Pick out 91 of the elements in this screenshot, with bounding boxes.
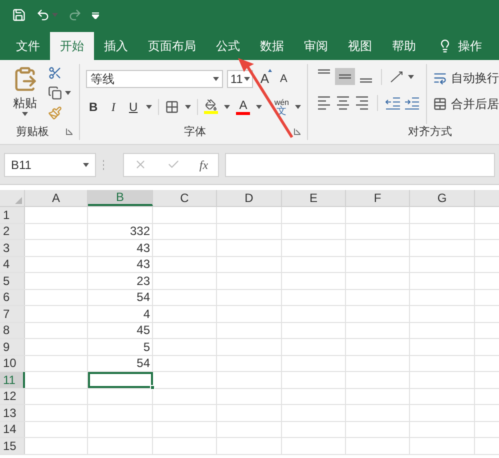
increase-indent-icon[interactable] — [404, 94, 420, 110]
merge-cells-icon — [433, 97, 447, 111]
table-cell: 5 — [88, 339, 153, 354]
caret-icon — [244, 76, 250, 81]
ribbon-tab[interactable]: 公式 — [206, 32, 250, 60]
ribbon-tab[interactable]: 帮助 — [382, 32, 426, 60]
align-left-icon[interactable] — [316, 94, 332, 111]
align-center-icon[interactable] — [335, 94, 351, 111]
row-header[interactable]: 3 — [0, 240, 25, 256]
grow-font-button[interactable]: A — [257, 69, 272, 88]
table-cell: 43 — [88, 240, 153, 256]
undo-icon[interactable] — [36, 8, 50, 22]
formula-input[interactable] — [225, 152, 495, 176]
ribbon-tab[interactable]: 审阅 — [294, 32, 338, 60]
column-header[interactable]: E — [282, 190, 346, 206]
row-header[interactable]: 5 — [0, 273, 25, 288]
fill-handle[interactable] — [150, 384, 155, 390]
row-header[interactable]: 11 — [0, 372, 25, 388]
row-header[interactable]: 7 — [0, 306, 25, 322]
font-color-button[interactable]: A — [236, 98, 250, 114]
caret-icon — [185, 104, 192, 108]
decrease-indent-icon[interactable] — [385, 94, 401, 110]
font-name-field[interactable]: 等线 — [86, 70, 224, 88]
bold-button[interactable]: B — [86, 98, 100, 116]
table-cell: 54 — [88, 356, 153, 371]
row-header[interactable]: 4 — [0, 256, 25, 272]
row-header[interactable]: 10 — [0, 356, 25, 371]
column-header[interactable]: F — [346, 190, 410, 206]
ribbon-tab[interactable]: 插入 — [94, 32, 138, 60]
font-size-field[interactable]: 11 — [227, 70, 254, 88]
caret-icon — [295, 104, 301, 108]
caret-icon — [146, 104, 152, 108]
dialog-launcher-icon[interactable] — [294, 128, 301, 136]
fill-color-button[interactable] — [204, 99, 218, 114]
row-header[interactable]: 12 — [0, 388, 25, 404]
table-cell: 23 — [88, 273, 153, 288]
paste-button[interactable]: 粘贴 — [8, 64, 42, 124]
column-header[interactable]: B — [88, 190, 153, 206]
row-header[interactable]: 6 — [0, 290, 25, 305]
caret-icon — [83, 162, 89, 166]
borders-icon[interactable] — [165, 100, 180, 114]
tell-me-field[interactable]: 操作 — [458, 37, 482, 55]
dialog-launcher-icon[interactable] — [66, 128, 74, 136]
caret-icon — [65, 91, 71, 95]
ribbon-tab[interactable]: 文件 — [6, 32, 50, 60]
wrap-text-icon — [433, 71, 447, 85]
orientation-icon[interactable] — [389, 68, 405, 84]
table-cell: 332 — [88, 224, 153, 239]
up-triangle-icon — [268, 69, 272, 72]
wrap-text-button[interactable]: 自动换行 — [433, 69, 499, 87]
row-header[interactable]: 14 — [0, 422, 25, 437]
ribbon-tab[interactable]: 视图 — [338, 32, 382, 60]
group-label: 对齐方式 — [408, 124, 453, 140]
row-header[interactable]: 1 — [0, 207, 25, 222]
lightbulb-icon — [438, 39, 452, 53]
shrink-font-button[interactable]: A — [276, 70, 292, 87]
caret-icon — [224, 104, 230, 108]
row-header[interactable]: 2 — [0, 224, 25, 239]
undo-caret-icon — [52, 13, 58, 17]
underline-button[interactable]: U — [126, 98, 140, 116]
row-header[interactable]: 13 — [0, 405, 25, 420]
group-label: 字体 — [184, 124, 206, 140]
table-cell: 45 — [88, 322, 153, 338]
caret-icon — [22, 112, 28, 116]
ribbon-tab[interactable]: 开始 — [50, 32, 94, 60]
name-box[interactable]: B11 — [4, 152, 96, 176]
row-header[interactable]: 15 — [0, 438, 25, 454]
align-right-icon[interactable] — [354, 94, 370, 111]
column-header[interactable]: D — [217, 190, 282, 206]
row-header[interactable]: 8 — [0, 322, 25, 338]
table-cell: 43 — [88, 256, 153, 272]
scissors-icon[interactable] — [48, 66, 62, 80]
grip-icon — [102, 158, 105, 170]
caret-icon — [408, 74, 414, 78]
column-header[interactable]: G — [410, 190, 475, 206]
save-icon[interactable] — [12, 8, 26, 22]
ribbon-tab[interactable]: 页面布局 — [138, 32, 206, 60]
insert-function-button[interactable]: fx — [199, 156, 208, 174]
corner-triangle-icon — [15, 197, 22, 204]
copy-icon[interactable] — [48, 86, 62, 100]
merge-center-button[interactable]: 合并后居 — [433, 95, 499, 113]
caret-icon — [256, 104, 262, 108]
table-cell: 54 — [88, 290, 153, 305]
customize-toolbar-icon[interactable] — [92, 12, 99, 18]
row-header[interactable]: 9 — [0, 339, 25, 354]
column-header[interactable]: C — [153, 190, 217, 206]
table-cell: 4 — [88, 306, 153, 322]
ribbon-tab[interactable]: 数据 — [250, 32, 294, 60]
italic-button[interactable]: I — [106, 98, 120, 116]
group-label: 剪贴板 — [16, 124, 49, 140]
caret-icon — [213, 76, 220, 81]
